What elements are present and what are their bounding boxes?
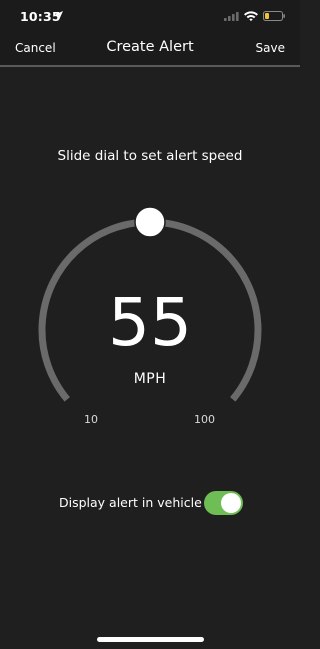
dial-min-label: 10 [84, 413, 98, 426]
navigation-bar: Cancel Create Alert Save [0, 32, 300, 67]
cellular-signal-icon [224, 12, 239, 21]
save-button[interactable]: Save [256, 41, 285, 55]
location-arrow-icon [55, 11, 63, 19]
status-bar: 10:35 [0, 0, 300, 32]
toggle-knob [221, 493, 241, 513]
status-icons [224, 11, 285, 22]
speed-value: 55 [108, 284, 192, 361]
speed-unit: MPH [133, 371, 167, 387]
display-alert-toggle[interactable] [204, 491, 243, 515]
battery-low-icon [263, 11, 285, 21]
wifi-icon [244, 11, 258, 22]
dial-max-label: 100 [194, 413, 215, 426]
display-alert-label: Display alert in vehicle [59, 495, 202, 510]
home-indicator [97, 637, 204, 642]
dial-instruction: Slide dial to set alert speed [57, 148, 243, 164]
dial-knob[interactable] [134, 206, 166, 238]
